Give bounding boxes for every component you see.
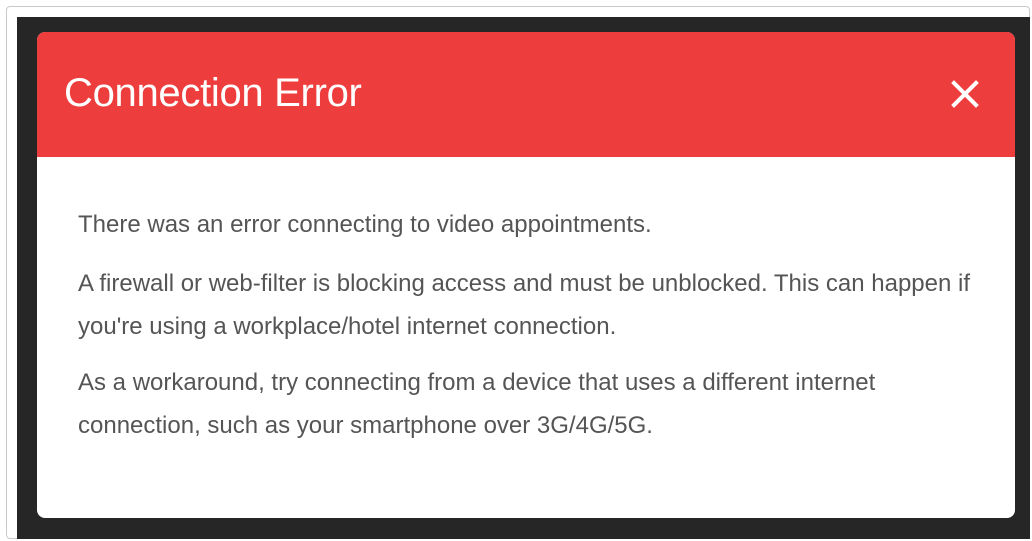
close-icon <box>951 80 979 108</box>
firewall-message: A firewall or web-filter is blocking acc… <box>78 270 971 340</box>
dialog-title: Connection Error <box>64 71 362 115</box>
dialog-header: Connection Error <box>37 32 1015 157</box>
error-message: There was an error connecting to video a… <box>78 211 652 238</box>
dialog-body: There was an error connecting to video a… <box>37 157 1015 447</box>
close-button[interactable] <box>945 74 985 114</box>
connection-error-dialog: Connection Error There was an error conn… <box>37 32 1015 518</box>
workaround-message: As a workaround, try connecting from a d… <box>78 369 876 439</box>
